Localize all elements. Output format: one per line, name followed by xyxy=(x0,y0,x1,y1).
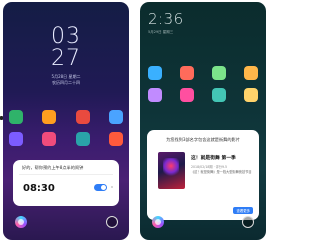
alarm-toggle[interactable] xyxy=(94,184,107,191)
assistant-card: 为您找到3部名字包含这就是街舞的影片 这！就是街舞 第一季 2018/02/18… xyxy=(147,130,259,220)
app-icon[interactable] xyxy=(42,132,57,146)
app-row-2 xyxy=(9,132,123,146)
app-icon[interactable] xyxy=(148,88,162,102)
alarm-more-icon xyxy=(111,186,113,188)
lock-date-lunar: 农历四月二十四 xyxy=(52,80,80,85)
movie-meta: 2018/02/18期 · 评分9.5 xyxy=(191,165,228,169)
home-date: 5月29日 星期三 xyxy=(148,30,174,34)
record-button[interactable] xyxy=(242,216,254,228)
divider xyxy=(19,174,113,175)
more-button[interactable]: 查看更多 xyxy=(233,207,253,214)
right-phone: 2:36 5月29日 星期三 为您找到3部名字包含这就是街舞的影片 这！就是街舞… xyxy=(137,0,269,242)
app-icon[interactable] xyxy=(212,66,226,80)
app-icon[interactable] xyxy=(9,110,23,124)
assistant-reply: 为您找到3部名字包含这就是街舞的影片 xyxy=(166,137,240,142)
voice-assistant-icon[interactable] xyxy=(152,216,164,228)
app-row-1 xyxy=(9,110,123,124)
movie-poster[interactable] xyxy=(158,152,185,189)
app-icon[interactable] xyxy=(180,88,194,102)
app-icon[interactable] xyxy=(108,110,123,124)
app-row-1 xyxy=(148,66,258,80)
app-icon[interactable] xyxy=(108,132,123,146)
app-icon[interactable] xyxy=(148,66,162,80)
app-icon[interactable] xyxy=(244,66,258,80)
voice-assistant-icon[interactable] xyxy=(15,216,27,228)
app-icon[interactable] xyxy=(244,88,258,102)
app-icon[interactable] xyxy=(180,66,194,80)
app-icon[interactable] xyxy=(75,110,90,124)
lock-screen: 03 27 5月28日 星期二 农历四月二十四 好的，帮你预约上午8点半的闹钟 … xyxy=(3,2,129,240)
assistant-card: 好的，帮你预约上午8点半的闹钟 08:30 xyxy=(13,160,119,206)
home-time: 2:36 xyxy=(148,10,184,28)
app-icon[interactable] xyxy=(9,132,23,146)
home-screen: 2:36 5月29日 星期三 为您找到3部名字包含这就是街舞的影片 这！就是街舞… xyxy=(140,2,266,240)
app-row-2 xyxy=(148,88,258,102)
assistant-reply: 好的，帮你预约上午8点半的闹钟 xyxy=(22,165,84,170)
movie-description: 《这！就是街舞》是一档大型街舞竞技节目 xyxy=(191,170,252,174)
app-icon[interactable] xyxy=(75,132,90,146)
lock-date: 5月28日 星期二 农历四月二十四 xyxy=(3,74,129,86)
record-button[interactable] xyxy=(106,216,118,228)
app-icon[interactable] xyxy=(42,110,57,124)
alarm-time: 08:30 xyxy=(23,183,55,194)
app-icon[interactable] xyxy=(212,88,226,102)
movie-title[interactable]: 这！就是街舞 第一季 xyxy=(191,154,236,161)
left-phone: 03 27 5月28日 星期二 农历四月二十四 好的，帮你预约上午8点半的闹钟 … xyxy=(0,0,132,242)
lock-minute: 27 xyxy=(51,46,81,71)
